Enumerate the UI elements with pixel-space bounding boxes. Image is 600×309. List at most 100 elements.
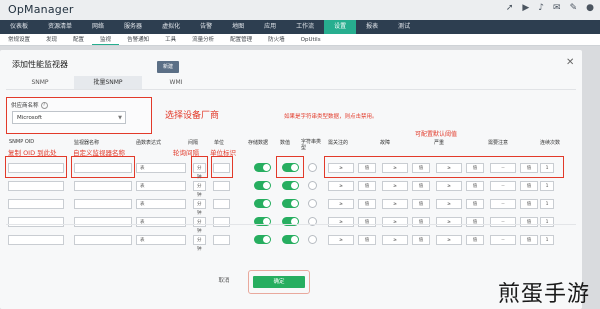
threshold-value-input[interactable]: 值 (466, 163, 484, 173)
nav-item-alarms[interactable]: 告警 (190, 20, 222, 34)
threshold-operator-select[interactable]: ≥ (436, 235, 462, 245)
threshold-value-input[interactable]: 值 (466, 235, 484, 245)
threshold-operator-select[interactable]: ≥ (382, 199, 408, 209)
monitor-name-input[interactable] (74, 199, 132, 209)
unit-input[interactable] (213, 181, 230, 191)
monitor-name-input[interactable] (74, 235, 132, 245)
unit-input[interactable] (213, 199, 230, 209)
user-icon[interactable]: ● (586, 3, 594, 13)
vendor-select[interactable]: Microsoft ▼ (12, 111, 126, 124)
unit-input[interactable] (213, 217, 230, 227)
string-type-radio[interactable] (308, 163, 317, 172)
threshold-operator-select[interactable]: ≥ (328, 163, 354, 173)
oid-input[interactable] (8, 163, 64, 173)
oid-input[interactable] (8, 217, 64, 227)
unit-input[interactable] (213, 235, 230, 245)
threshold-value-input[interactable]: 值 (358, 235, 376, 245)
threshold-value-input[interactable]: 值 (358, 217, 376, 227)
consecutive-input[interactable]: 1 (540, 217, 554, 227)
subnav-item-monitoring[interactable]: 监视 (92, 34, 120, 45)
threshold-value-input[interactable]: 值 (412, 163, 430, 173)
subnav-item-discovery[interactable]: 发现 (38, 34, 65, 45)
subnav-item-ncm[interactable]: 配置管理 (222, 34, 260, 45)
threshold-value-input[interactable]: 值 (412, 217, 430, 227)
subnav-item-general[interactable]: 常规设置 (0, 34, 38, 45)
oid-input[interactable] (8, 235, 64, 245)
function-select[interactable]: 表 (136, 181, 186, 191)
oid-input[interactable] (8, 199, 64, 209)
threshold-operator-select[interactable]: ≥ (436, 199, 462, 209)
subnav-item-oputils[interactable]: OpUtils (293, 34, 329, 45)
function-select[interactable]: 表 (136, 217, 186, 227)
threshold-value-input[interactable]: 值 (520, 181, 538, 191)
subnav-item-firewall[interactable]: 防火墙 (260, 34, 293, 45)
threshold-operator-select[interactable]: ≥ (382, 181, 408, 191)
subnav-item-alert-notify[interactable]: 告警通知 (119, 34, 157, 45)
ok-button[interactable]: 确定 (253, 276, 305, 288)
tab-bulk-snmp[interactable]: 批量SNMP (74, 76, 142, 89)
cancel-button[interactable]: 取消 (210, 275, 238, 287)
function-select[interactable]: 表 (136, 163, 186, 173)
store-data-toggle[interactable] (254, 163, 271, 172)
threshold-value-input[interactable]: 值 (412, 199, 430, 209)
threshold-operator-select[interactable]: -- (490, 217, 516, 227)
threshold-operator-select[interactable]: ≥ (328, 199, 354, 209)
string-type-radio[interactable] (308, 181, 317, 190)
store-data-toggle[interactable] (254, 181, 271, 190)
consecutive-input[interactable]: 1 (540, 181, 554, 191)
nav-item-inventory[interactable]: 资源清单 (38, 20, 82, 34)
nav-item-maps[interactable]: 地图 (222, 20, 254, 34)
tab-snmp[interactable]: SNMP (6, 76, 74, 89)
nav-item-workflow[interactable]: 工作流 (286, 20, 324, 34)
threshold-value-input[interactable]: 值 (358, 163, 376, 173)
threshold-value-input[interactable]: 值 (358, 181, 376, 191)
threshold-operator-select[interactable]: ≥ (382, 217, 408, 227)
threshold-value-input[interactable]: 值 (520, 217, 538, 227)
monitor-name-input[interactable] (74, 181, 132, 191)
threshold-operator-select[interactable]: ≥ (328, 217, 354, 227)
threshold-value-input[interactable]: 值 (466, 217, 484, 227)
threshold-value-input[interactable]: 值 (412, 235, 430, 245)
subnav-item-flow[interactable]: 流量分析 (184, 34, 222, 45)
function-select[interactable]: 表 (136, 199, 186, 209)
nav-item-servers[interactable]: 服务器 (114, 20, 152, 34)
help-icon[interactable]: ? (40, 102, 48, 109)
nav-item-network[interactable]: 网络 (82, 20, 114, 34)
new-vendor-button[interactable]: 新建 (157, 61, 179, 73)
numeric-toggle[interactable] (282, 181, 299, 190)
threshold-value-input[interactable]: 值 (466, 199, 484, 209)
interval-input[interactable]: 分钟 (193, 235, 206, 252)
threshold-value-input[interactable]: 值 (466, 181, 484, 191)
string-type-radio[interactable] (308, 235, 317, 244)
threshold-operator-select[interactable]: ≥ (328, 181, 354, 191)
threshold-value-input[interactable]: 值 (520, 235, 538, 245)
threshold-value-input[interactable]: 值 (358, 199, 376, 209)
threshold-operator-select[interactable]: -- (490, 235, 516, 245)
oid-input[interactable] (8, 181, 64, 191)
threshold-operator-select[interactable]: -- (490, 181, 516, 191)
store-data-toggle[interactable] (254, 199, 271, 208)
threshold-operator-select[interactable]: -- (490, 199, 516, 209)
threshold-operator-select[interactable]: ≥ (436, 163, 462, 173)
subnav-item-tools[interactable]: 工具 (157, 34, 184, 45)
threshold-operator-select[interactable]: ≥ (328, 235, 354, 245)
consecutive-input[interactable]: 1 (540, 163, 554, 173)
monitor-name-input[interactable] (74, 163, 132, 173)
nav-item-dashboard[interactable]: 仪表板 (0, 20, 38, 34)
threshold-operator-select[interactable]: ≥ (382, 235, 408, 245)
bell-icon[interactable]: ♪ (538, 3, 544, 13)
threshold-value-input[interactable]: 值 (520, 199, 538, 209)
nav-item-apps[interactable]: 应用 (254, 20, 286, 34)
numeric-toggle[interactable] (282, 163, 299, 172)
nav-item-reports[interactable]: 报表 (356, 20, 388, 34)
threshold-operator-select[interactable]: ≥ (382, 163, 408, 173)
interval-input[interactable]: 分钟 (193, 217, 206, 234)
nav-item-virtualization[interactable]: 虚拟化 (152, 20, 190, 34)
nav-item-test[interactable]: 测试 (388, 20, 420, 34)
string-type-radio[interactable] (308, 199, 317, 208)
threshold-operator-select[interactable]: -- (490, 163, 516, 173)
interval-input[interactable]: 分钟 (193, 181, 206, 198)
gift-icon[interactable]: ✉ (553, 3, 561, 13)
store-data-toggle[interactable] (254, 235, 271, 244)
consecutive-input[interactable]: 1 (540, 199, 554, 209)
